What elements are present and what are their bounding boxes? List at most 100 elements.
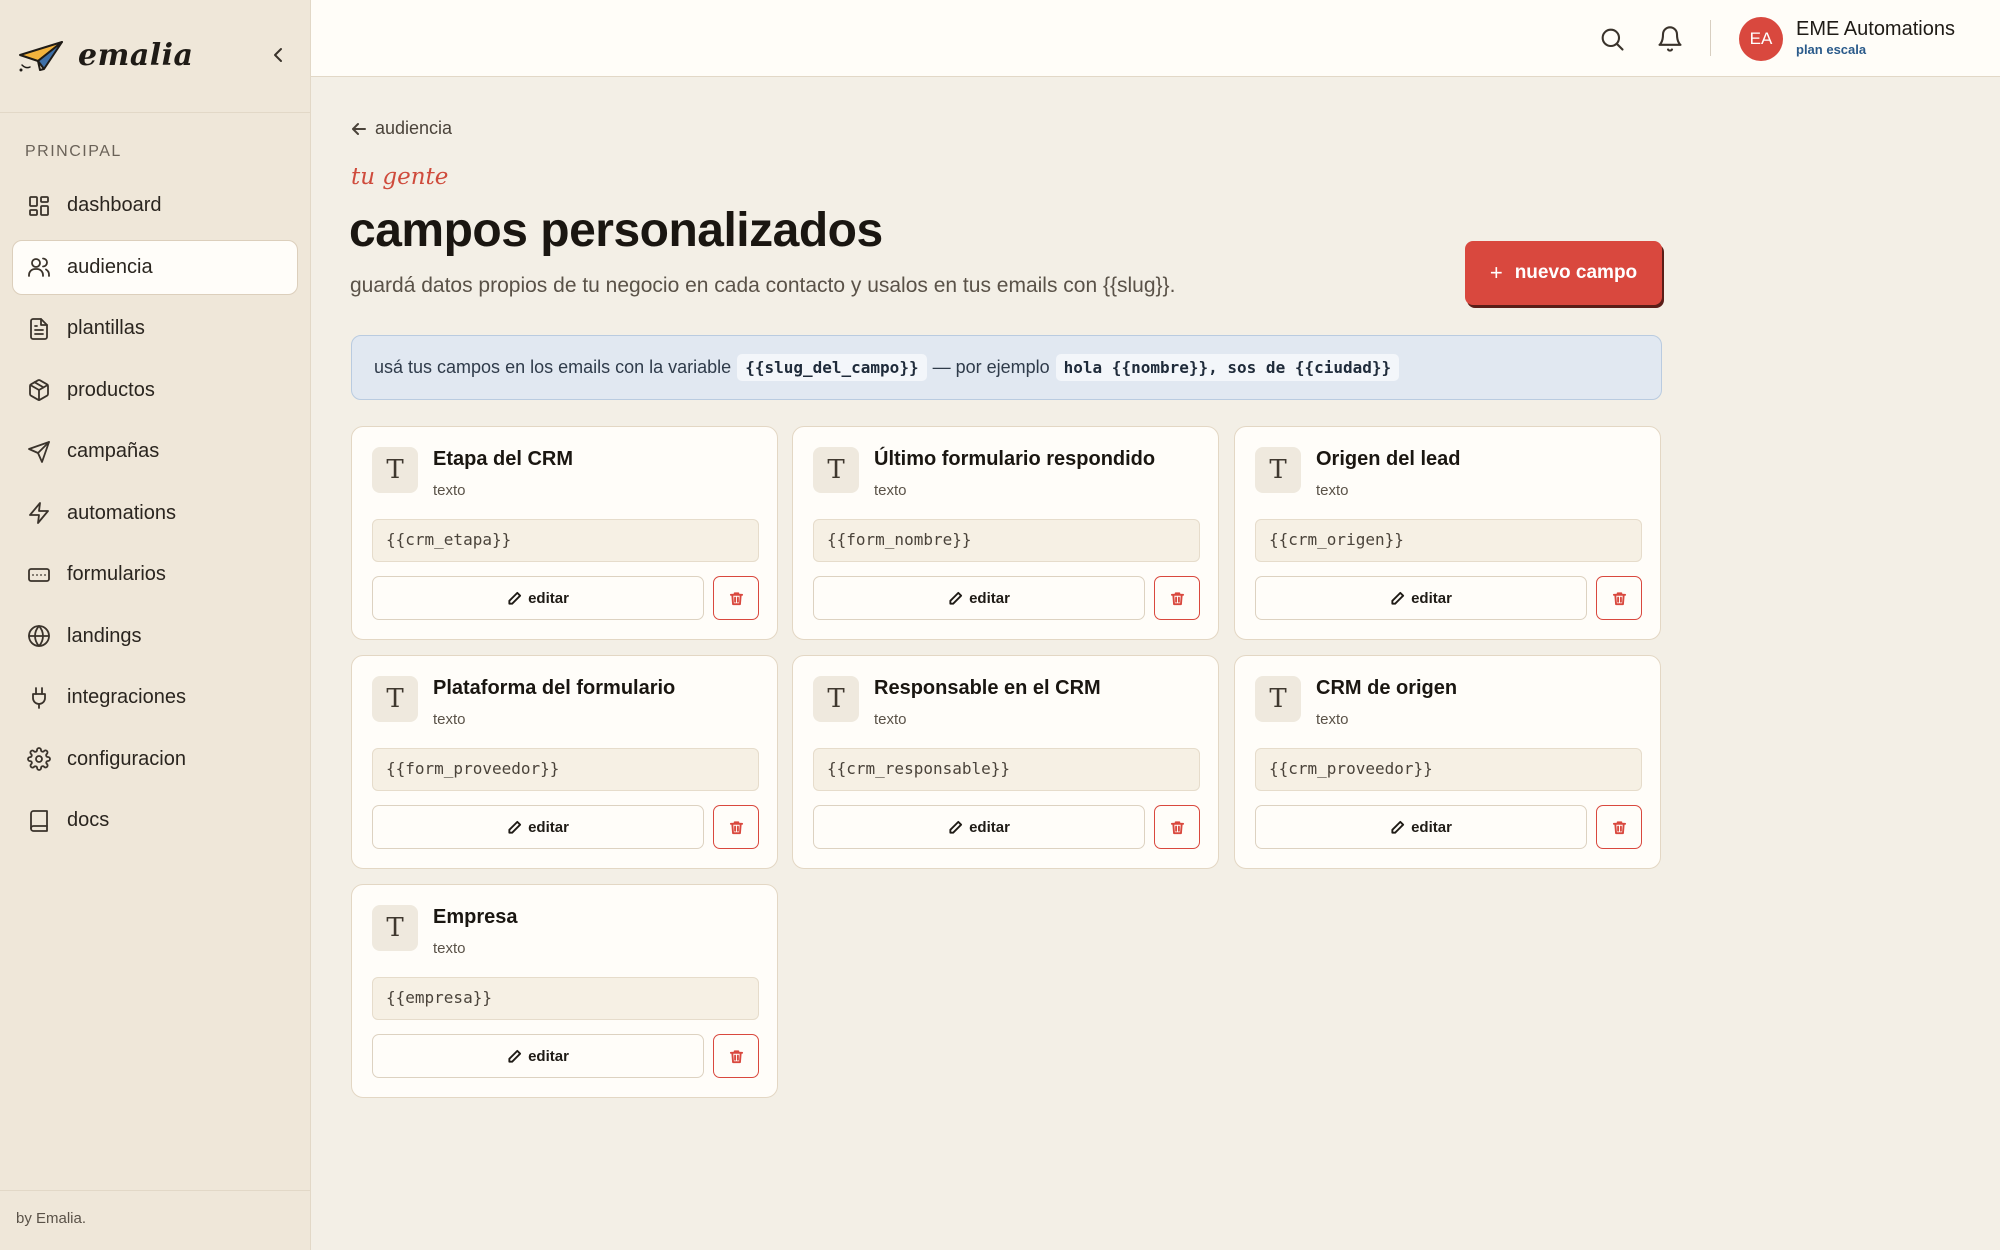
sidebar-item-label: audiencia bbox=[67, 255, 153, 278]
edit-button[interactable]: editar bbox=[372, 1034, 704, 1078]
sidebar-nav: dashboard audiencia plantillas productos… bbox=[12, 178, 298, 855]
book-icon bbox=[30, 809, 48, 832]
bolt-icon bbox=[29, 502, 49, 524]
sidebar-item-label: formularios bbox=[67, 563, 166, 585]
trash-icon bbox=[1612, 820, 1626, 834]
sidebar-item-label: campañas bbox=[67, 440, 160, 462]
account-plan: plan escala bbox=[1796, 42, 1867, 57]
arrow-left-icon bbox=[352, 122, 366, 135]
field-card: T Empresa texto {{empresa}} editar bbox=[351, 884, 778, 1098]
field-card: T Responsable en el CRM texto {{crm_resp… bbox=[792, 655, 1219, 869]
delete-button[interactable] bbox=[1154, 576, 1200, 620]
sidebar-item-productos[interactable]: productos bbox=[12, 363, 298, 418]
trash-icon bbox=[1170, 820, 1184, 834]
edit-button[interactable]: editar bbox=[813, 805, 1145, 849]
avatar[interactable]: EA bbox=[1739, 17, 1783, 61]
field-title: Etapa del CRM bbox=[433, 448, 574, 470]
document-icon bbox=[30, 317, 48, 340]
field-type: texto bbox=[433, 482, 466, 499]
sidebar-item-label: integraciones bbox=[67, 686, 186, 708]
field-slug[interactable]: {{crm_proveedor}} bbox=[1255, 748, 1642, 791]
account-name[interactable]: EME Automations bbox=[1796, 18, 1955, 41]
sidebar-item-landings[interactable]: landings bbox=[12, 609, 298, 664]
pencil-icon bbox=[508, 820, 522, 834]
text-type-icon: T bbox=[1255, 676, 1301, 722]
field-title: Último formulario respondido bbox=[874, 448, 1156, 470]
delete-button[interactable] bbox=[713, 576, 759, 620]
search-icon bbox=[1601, 28, 1624, 51]
field-slug[interactable]: {{crm_origen}} bbox=[1255, 519, 1642, 562]
edit-button-label: editar bbox=[528, 818, 569, 836]
bell-icon bbox=[1658, 26, 1682, 52]
sidebar-item-plantillas[interactable]: plantillas bbox=[12, 301, 298, 356]
sidebar-item-label: landings bbox=[67, 624, 142, 647]
back-link[interactable]: audiencia bbox=[351, 118, 452, 139]
sidebar-item-campanas[interactable]: campañas bbox=[12, 424, 298, 479]
delete-button[interactable] bbox=[1596, 576, 1642, 620]
page-eyebrow: tu gente bbox=[351, 164, 449, 190]
logo-text: emalia bbox=[78, 38, 194, 73]
box-icon bbox=[29, 379, 49, 401]
sidebar-item-audiencia[interactable]: audiencia bbox=[12, 239, 298, 295]
info-text-middle: — por ejemplo bbox=[932, 357, 1050, 377]
delete-button[interactable] bbox=[713, 805, 759, 849]
edit-button[interactable]: editar bbox=[372, 805, 704, 849]
sidebar-item-configuracion[interactable]: configuracion bbox=[12, 732, 298, 787]
field-card: T Último formulario respondido texto {{f… bbox=[792, 426, 1219, 640]
pencil-icon bbox=[949, 591, 963, 605]
collapse-sidebar-chevron-left-icon[interactable] bbox=[270, 46, 288, 64]
field-type: texto bbox=[433, 711, 466, 728]
topbar: EA EME Automations plan escala bbox=[311, 0, 2000, 77]
sidebar-item-label: plantillas bbox=[67, 317, 145, 339]
edit-button[interactable]: editar bbox=[372, 576, 704, 620]
info-code-variable: {{slug_del_campo}} bbox=[737, 354, 927, 381]
field-card: T Origen del lead texto {{crm_origen}} e… bbox=[1234, 426, 1661, 640]
pencil-icon bbox=[1391, 820, 1405, 834]
delete-button[interactable] bbox=[1596, 805, 1642, 849]
sidebar-item-automations[interactable]: automations bbox=[12, 486, 298, 541]
pencil-icon bbox=[508, 1049, 522, 1063]
field-type: texto bbox=[1316, 711, 1349, 728]
field-type: texto bbox=[433, 940, 466, 957]
edit-button-label: editar bbox=[528, 1047, 569, 1065]
sidebar-section-label: PRINCIPAL bbox=[25, 143, 122, 160]
delete-button[interactable] bbox=[1154, 805, 1200, 849]
text-type-icon: T bbox=[372, 905, 418, 951]
new-field-button[interactable]: + nuevo campo bbox=[1465, 241, 1662, 305]
plug-icon bbox=[32, 686, 46, 709]
dashboard-icon bbox=[29, 195, 49, 216]
sidebar-item-integraciones[interactable]: integraciones bbox=[12, 670, 298, 725]
edit-button[interactable]: editar bbox=[1255, 576, 1587, 620]
field-slug[interactable]: {{form_proveedor}} bbox=[372, 748, 759, 791]
sidebar-item-docs[interactable]: docs bbox=[12, 793, 298, 848]
sidebar-header: emalia bbox=[0, 0, 310, 113]
text-type-icon: T bbox=[813, 447, 859, 493]
edit-button[interactable]: editar bbox=[813, 576, 1145, 620]
delete-button[interactable] bbox=[713, 1034, 759, 1078]
field-slug[interactable]: {{form_nombre}} bbox=[813, 519, 1200, 562]
edit-button-label: editar bbox=[969, 589, 1010, 607]
sidebar-item-formularios[interactable]: formularios bbox=[12, 547, 298, 602]
field-slug[interactable]: {{crm_etapa}} bbox=[372, 519, 759, 562]
field-card: T CRM de origen texto {{crm_proveedor}} … bbox=[1234, 655, 1661, 869]
page-title: campos personalizados bbox=[349, 204, 883, 257]
text-type-icon: T bbox=[372, 676, 418, 722]
sidebar-item-label: configuracion bbox=[67, 747, 186, 770]
field-slug[interactable]: {{empresa}} bbox=[372, 977, 759, 1020]
form-icon bbox=[28, 567, 50, 582]
edit-button[interactable]: editar bbox=[1255, 805, 1587, 849]
text-type-icon: T bbox=[813, 676, 859, 722]
logo[interactable]: emalia bbox=[18, 38, 194, 73]
trash-icon bbox=[729, 591, 743, 605]
field-card: T Etapa del CRM texto {{crm_etapa}} edit… bbox=[351, 426, 778, 640]
page-subtitle: guardá datos propios de tu negocio en ca… bbox=[350, 274, 1176, 297]
users-icon bbox=[28, 257, 50, 277]
search-button[interactable] bbox=[1598, 25, 1626, 53]
sidebar-item-label: productos bbox=[67, 378, 155, 401]
field-type: texto bbox=[874, 711, 907, 728]
notifications-button[interactable] bbox=[1656, 25, 1684, 53]
sidebar-item-dashboard[interactable]: dashboard bbox=[12, 178, 298, 233]
field-slug[interactable]: {{crm_responsable}} bbox=[813, 748, 1200, 791]
info-code-example: hola {{nombre}}, sos de {{ciudad}} bbox=[1055, 354, 1400, 381]
trash-icon bbox=[729, 820, 743, 834]
